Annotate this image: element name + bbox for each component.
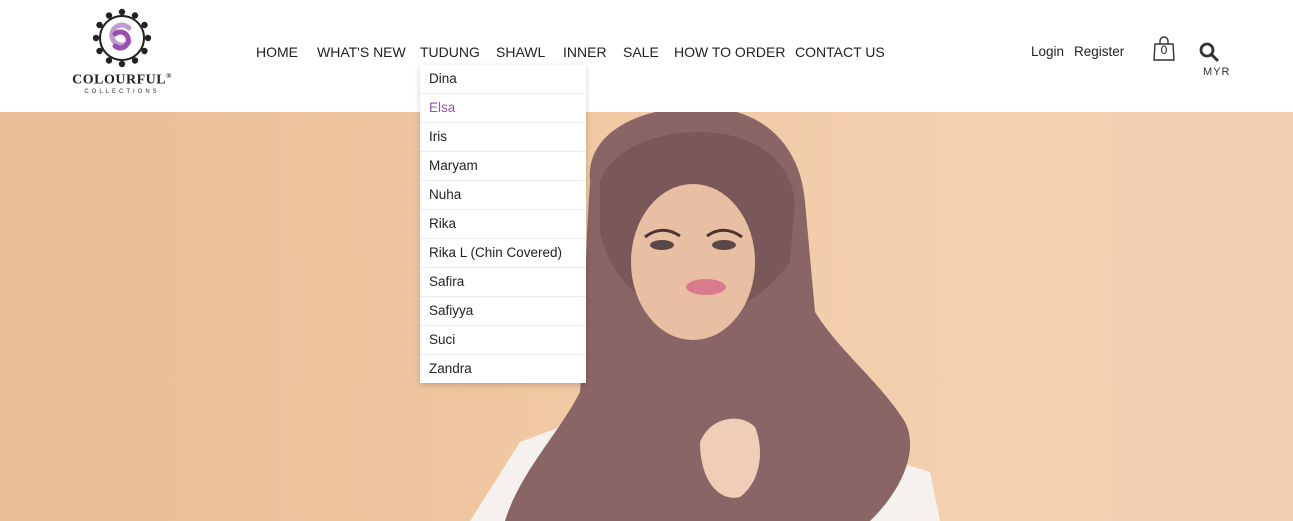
cart-count: 0: [1160, 43, 1168, 57]
dropdown-item-safiyya[interactable]: Safiyya: [420, 297, 586, 326]
hero-banner[interactable]: [0, 112, 1293, 521]
site-logo[interactable]: COLOURFUL® COLLECTIONS: [70, 6, 174, 100]
cart-button[interactable]: 0: [1152, 36, 1176, 62]
site-header: COLOURFUL® COLLECTIONS HOME WHAT'S NEW T…: [0, 0, 1293, 112]
login-link[interactable]: Login: [1031, 44, 1064, 59]
nav-inner[interactable]: INNER: [563, 44, 607, 60]
nav-whats-new[interactable]: WHAT'S NEW: [317, 44, 406, 60]
dropdown-item-dina[interactable]: Dina: [420, 65, 586, 94]
register-link[interactable]: Register: [1074, 44, 1124, 59]
search-button[interactable]: [1199, 42, 1219, 62]
nav-home[interactable]: HOME: [256, 44, 298, 60]
logo-emblem-icon: [92, 8, 152, 68]
dropdown-item-nuha[interactable]: Nuha: [420, 181, 586, 210]
nav-tudung[interactable]: TUDUNG: [420, 44, 480, 60]
nav-shawl[interactable]: SHAWL: [496, 44, 545, 60]
tudung-dropdown-menu: Dina Elsa Iris Maryam Nuha Rika Rika L (…: [420, 65, 586, 383]
dropdown-item-iris[interactable]: Iris: [420, 123, 586, 152]
dropdown-item-zandra[interactable]: Zandra: [420, 355, 586, 383]
brand-registered-mark: ®: [166, 72, 172, 80]
dropdown-item-rika-l[interactable]: Rika L (Chin Covered): [420, 239, 586, 268]
hero-model-image: [470, 112, 940, 521]
nav-contact-us[interactable]: CONTACT US: [795, 44, 885, 60]
dropdown-item-maryam[interactable]: Maryam: [420, 152, 586, 181]
search-icon: [1199, 42, 1219, 62]
nav-sale[interactable]: SALE: [623, 44, 659, 60]
dropdown-item-rika[interactable]: Rika: [420, 210, 586, 239]
brand-subline: COLLECTIONS: [84, 89, 160, 95]
brand-name: COLOURFUL: [72, 72, 167, 88]
dropdown-item-safira[interactable]: Safira: [420, 268, 586, 297]
dropdown-item-suci[interactable]: Suci: [420, 326, 586, 355]
currency-selector[interactable]: MYR: [1203, 66, 1230, 78]
nav-how-to-order[interactable]: HOW TO ORDER: [674, 44, 786, 60]
dropdown-item-elsa[interactable]: Elsa: [420, 94, 586, 123]
